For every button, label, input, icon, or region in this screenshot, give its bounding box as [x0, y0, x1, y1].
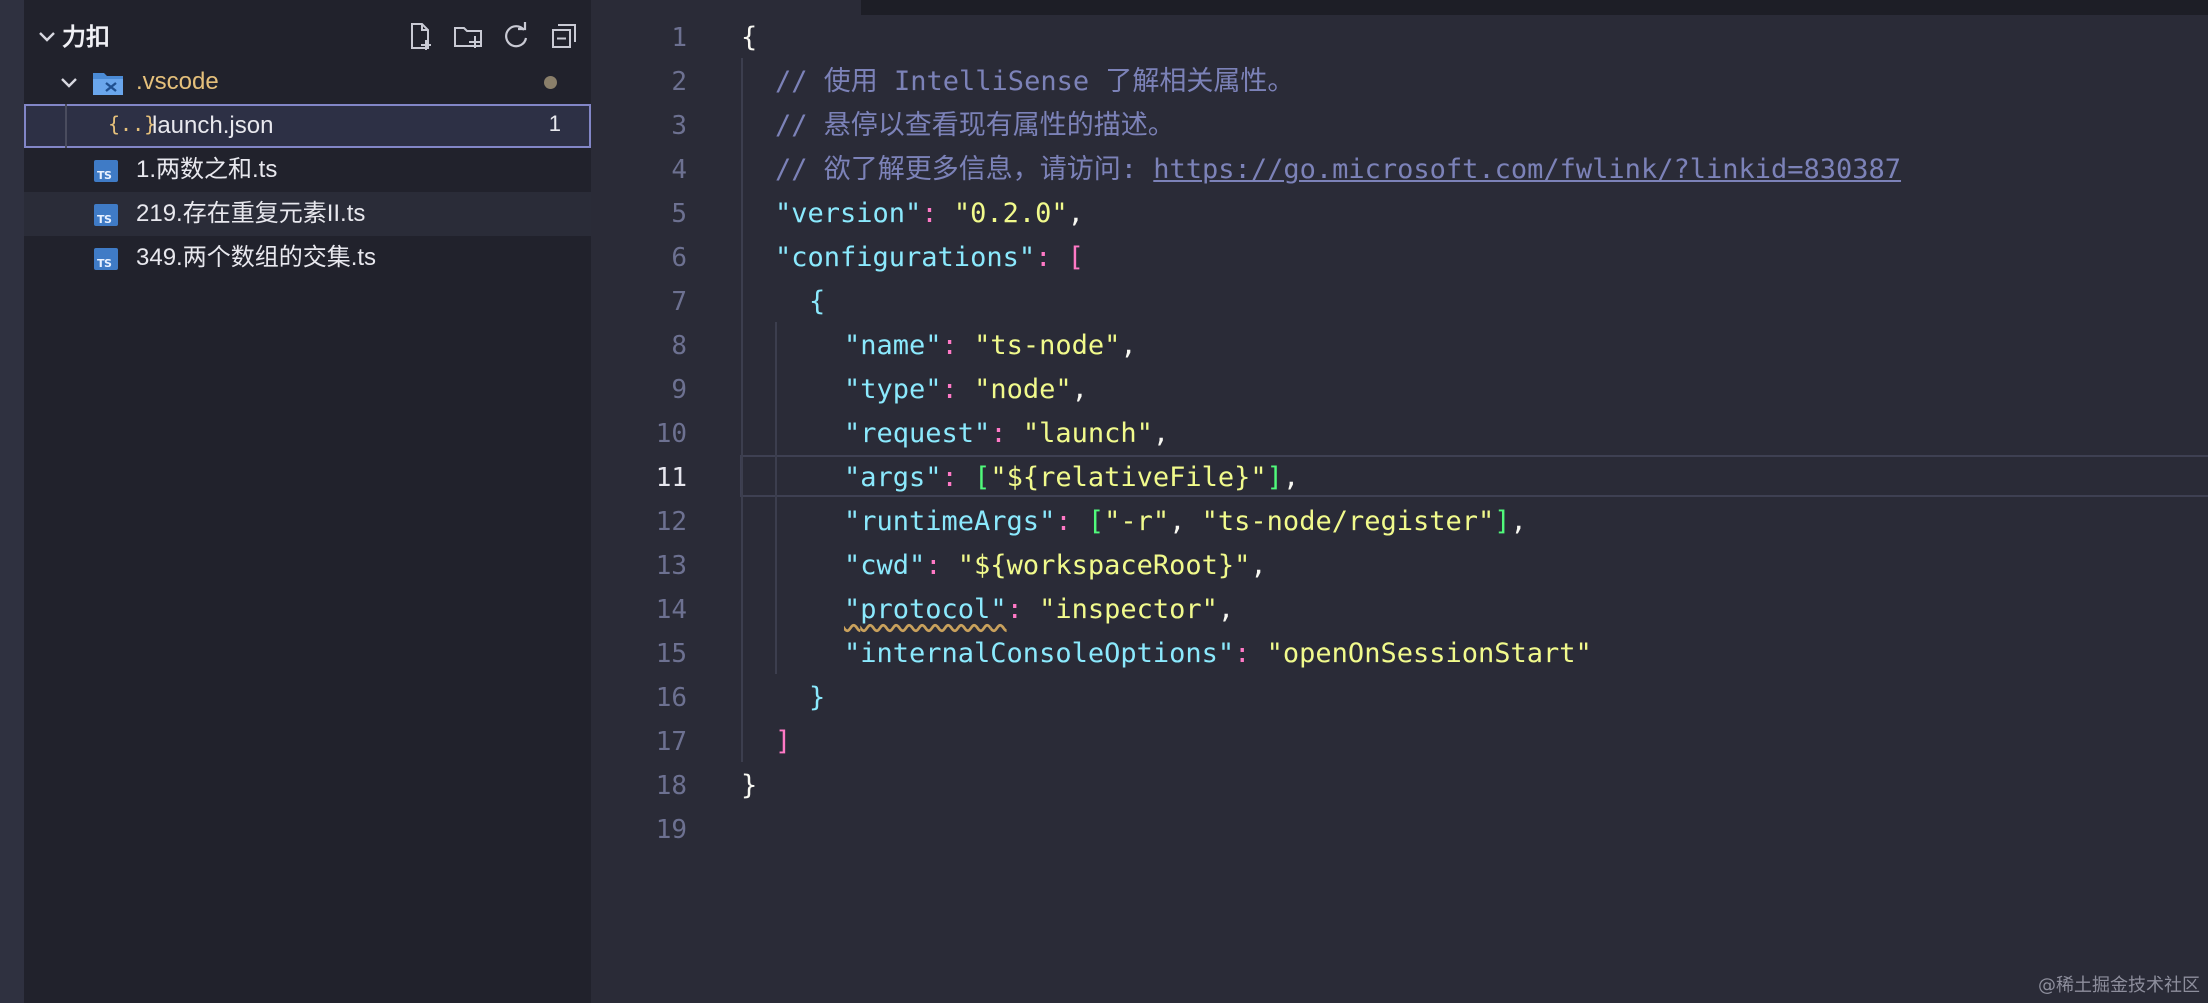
- file-label: 349.两个数组的交集.ts: [136, 244, 377, 271]
- collapse-all-button[interactable]: [548, 20, 580, 52]
- code-line-7: {: [809, 286, 826, 317]
- line-number: 10: [655, 419, 687, 449]
- collapse-all-icon: [552, 24, 576, 48]
- code-line-1: {: [741, 22, 758, 53]
- code-line-9: "type": "node",: [844, 374, 1088, 405]
- new-folder-icon: [454, 27, 482, 48]
- indent-guide: [741, 58, 743, 762]
- line-number: 14: [655, 595, 687, 625]
- line-number: 6: [671, 243, 687, 273]
- code-line-6: "configurations": [: [775, 242, 1084, 273]
- indent-guide: [775, 322, 777, 674]
- file-label: 1.两数之和.ts: [136, 156, 278, 183]
- line-number: 5: [671, 199, 687, 229]
- explorer-sidebar: 力扣 .vscode {..} launch.json 1 TS 1.两数之和.…: [24, 0, 591, 1003]
- new-file-icon: [411, 23, 431, 50]
- tree-indent-guide: [65, 104, 67, 148]
- code-line-10: "request": "launch",: [844, 418, 1170, 449]
- activity-bar: [0, 0, 24, 1003]
- line-number: 13: [655, 551, 687, 581]
- line-number: 12: [655, 507, 687, 537]
- problems-badge: 1: [548, 111, 561, 136]
- line-number: 4: [671, 155, 687, 185]
- code-line-18: }: [741, 770, 758, 801]
- code-line-11: "args": ["${relativeFile}"],: [844, 462, 1300, 493]
- typescript-file-icon: TS: [94, 248, 118, 270]
- line-number: 11: [655, 463, 687, 493]
- workspace-title: 力扣: [62, 24, 110, 51]
- code-line-16: }: [809, 682, 826, 713]
- line-number: 3: [671, 111, 687, 141]
- code-line-2: // 使用 IntelliSense 了解相关属性。: [775, 66, 1295, 97]
- tree-file-ts[interactable]: TS 219.存在重复元素II.ts: [24, 192, 591, 236]
- code-editor[interactable]: 1 2 3 4 5 6 7 8 9 10 11 12 13 14 15 16 17 18 19 { // 使用 In…: [591, 0, 2208, 1003]
- chevron-down-icon[interactable]: [58, 72, 80, 94]
- file-label: launch.json: [152, 112, 274, 139]
- line-number: 17: [655, 727, 687, 757]
- line-number: 7: [671, 287, 687, 317]
- code-line-17: ]: [775, 726, 792, 757]
- code-line-4: // 欲了解更多信息，请访问: https://go.microsoft.com…: [775, 154, 1902, 185]
- tree-file-ts[interactable]: TS 349.两个数组的交集.ts: [24, 236, 591, 280]
- tree-folder-vscode[interactable]: .vscode: [24, 60, 591, 104]
- doc-link[interactable]: https://go.microsoft.com/fwlink/?linkid=…: [1153, 154, 1901, 185]
- code-line-8: "name": "ts-node",: [844, 330, 1137, 361]
- tree-file-ts[interactable]: TS 1.两数之和.ts: [24, 148, 591, 192]
- line-number: 18: [655, 771, 687, 801]
- line-number: 2: [671, 67, 687, 97]
- modified-indicator: [544, 76, 557, 89]
- code-line-13: "cwd": "${workspaceRoot}",: [844, 550, 1267, 581]
- tree-file-launch-json[interactable]: {..} launch.json 1: [24, 104, 591, 148]
- deprecated-property-warning[interactable]: "protocol": [844, 594, 1007, 625]
- json-icon: {..}: [108, 112, 157, 136]
- file-label: 219.存在重复元素II.ts: [136, 200, 366, 227]
- refresh-button[interactable]: [500, 20, 532, 52]
- typescript-file-icon: TS: [94, 160, 118, 182]
- refresh-icon: [505, 22, 528, 48]
- line-number: 9: [671, 375, 687, 405]
- line-number: 16: [655, 683, 687, 713]
- code-line-15: "internalConsoleOptions": "openOnSession…: [844, 638, 1592, 669]
- line-number: 1: [671, 23, 687, 53]
- line-number: 8: [671, 331, 687, 361]
- line-number: 15: [655, 639, 687, 669]
- code-line-14: "protocol": "inspector",: [844, 594, 1235, 625]
- chevron-down-icon[interactable]: [36, 26, 58, 48]
- code-line-5: "version": "0.2.0",: [775, 198, 1084, 229]
- new-file-button[interactable]: [404, 20, 436, 52]
- code-line-12: "runtimeArgs": ["-r", "ts-node/register"…: [844, 506, 1527, 537]
- explorer-header[interactable]: 力扣: [24, 16, 591, 60]
- typescript-file-icon: TS: [94, 204, 118, 226]
- code-line-3: // 悬停以查看现有属性的描述。: [775, 110, 1175, 141]
- editor-tab-strip: [861, 0, 2208, 15]
- new-folder-button[interactable]: [452, 20, 484, 52]
- watermark: @稀土掘金技术社区: [2038, 975, 2200, 996]
- folder-label: .vscode: [136, 68, 219, 95]
- vscode-folder-icon: [93, 73, 123, 95]
- line-number: 19: [655, 815, 687, 845]
